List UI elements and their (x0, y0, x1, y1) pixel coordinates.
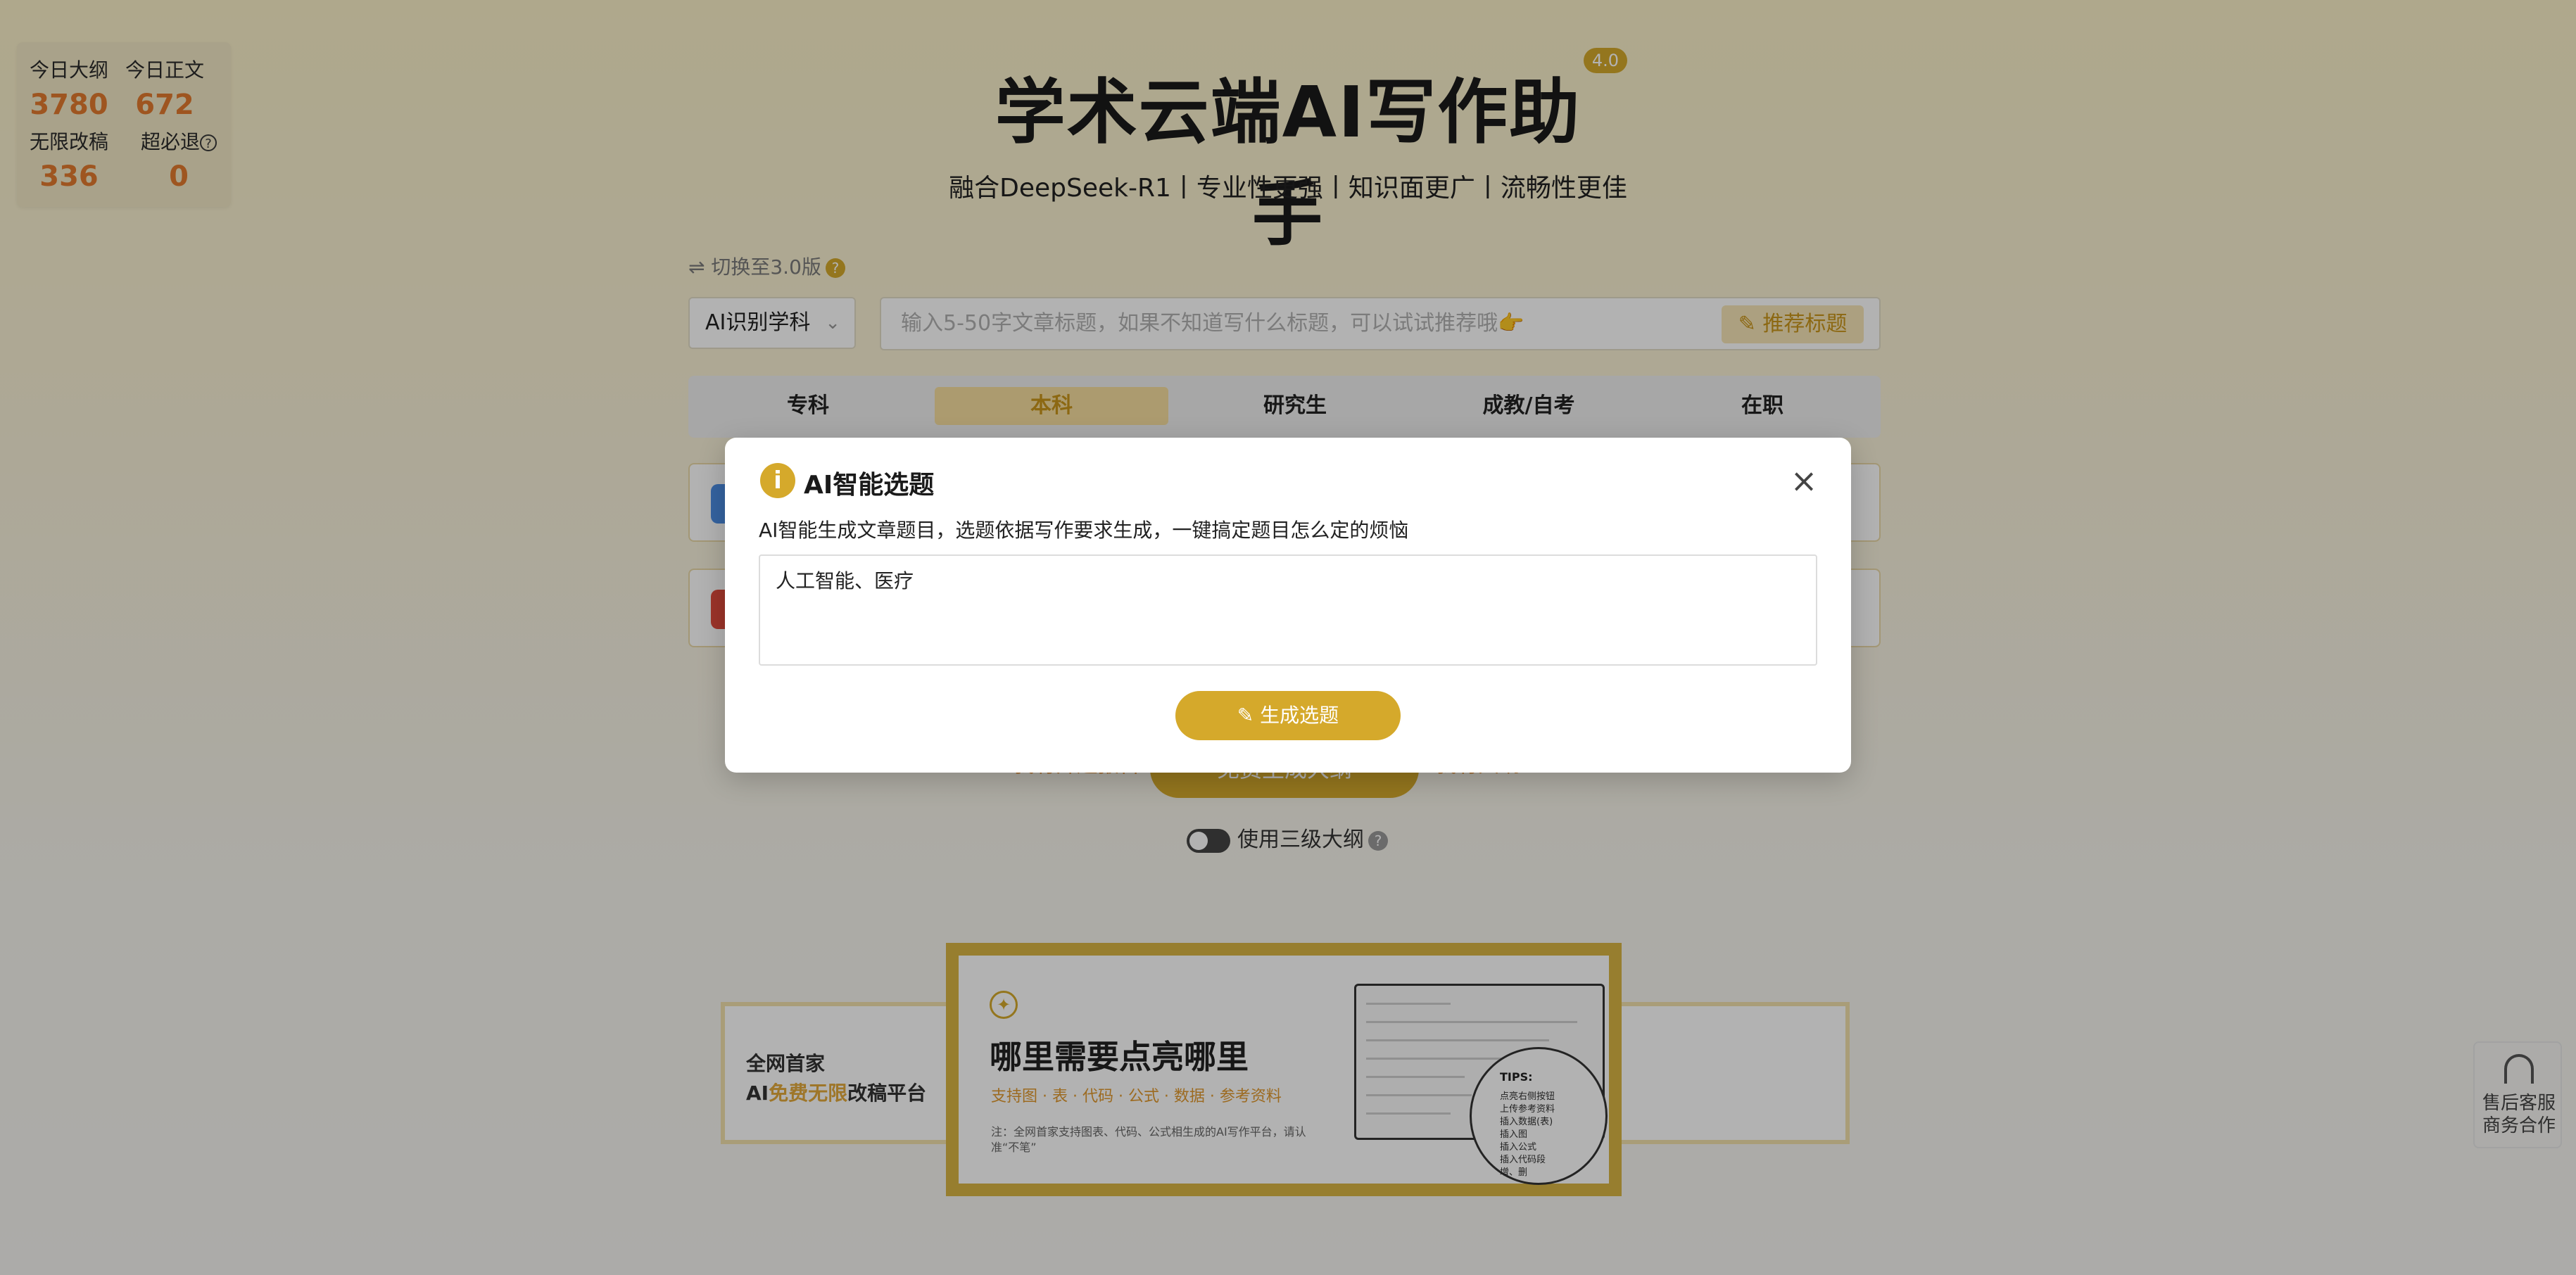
info-icon: i (760, 463, 795, 498)
ai-topic-dialog: i AI智能选题 × AI智能生成文章题目，选题依据写作要求生成，一键搞定题目怎… (725, 438, 1851, 773)
generate-topic-label: 生成选题 (1260, 704, 1339, 727)
magic-wand-icon: ✎ (1237, 704, 1261, 727)
close-icon[interactable]: × (1786, 463, 1821, 498)
topic-keywords-textarea[interactable]: 人工智能、医疗 (759, 554, 1817, 666)
dialog-description: AI智能生成文章题目，选题依据写作要求生成，一键搞定题目怎么定的烦恼 (759, 519, 1409, 542)
generate-topic-button[interactable]: ✎ 生成选题 (1175, 691, 1401, 740)
dialog-title: AI智能选题 (804, 471, 935, 500)
